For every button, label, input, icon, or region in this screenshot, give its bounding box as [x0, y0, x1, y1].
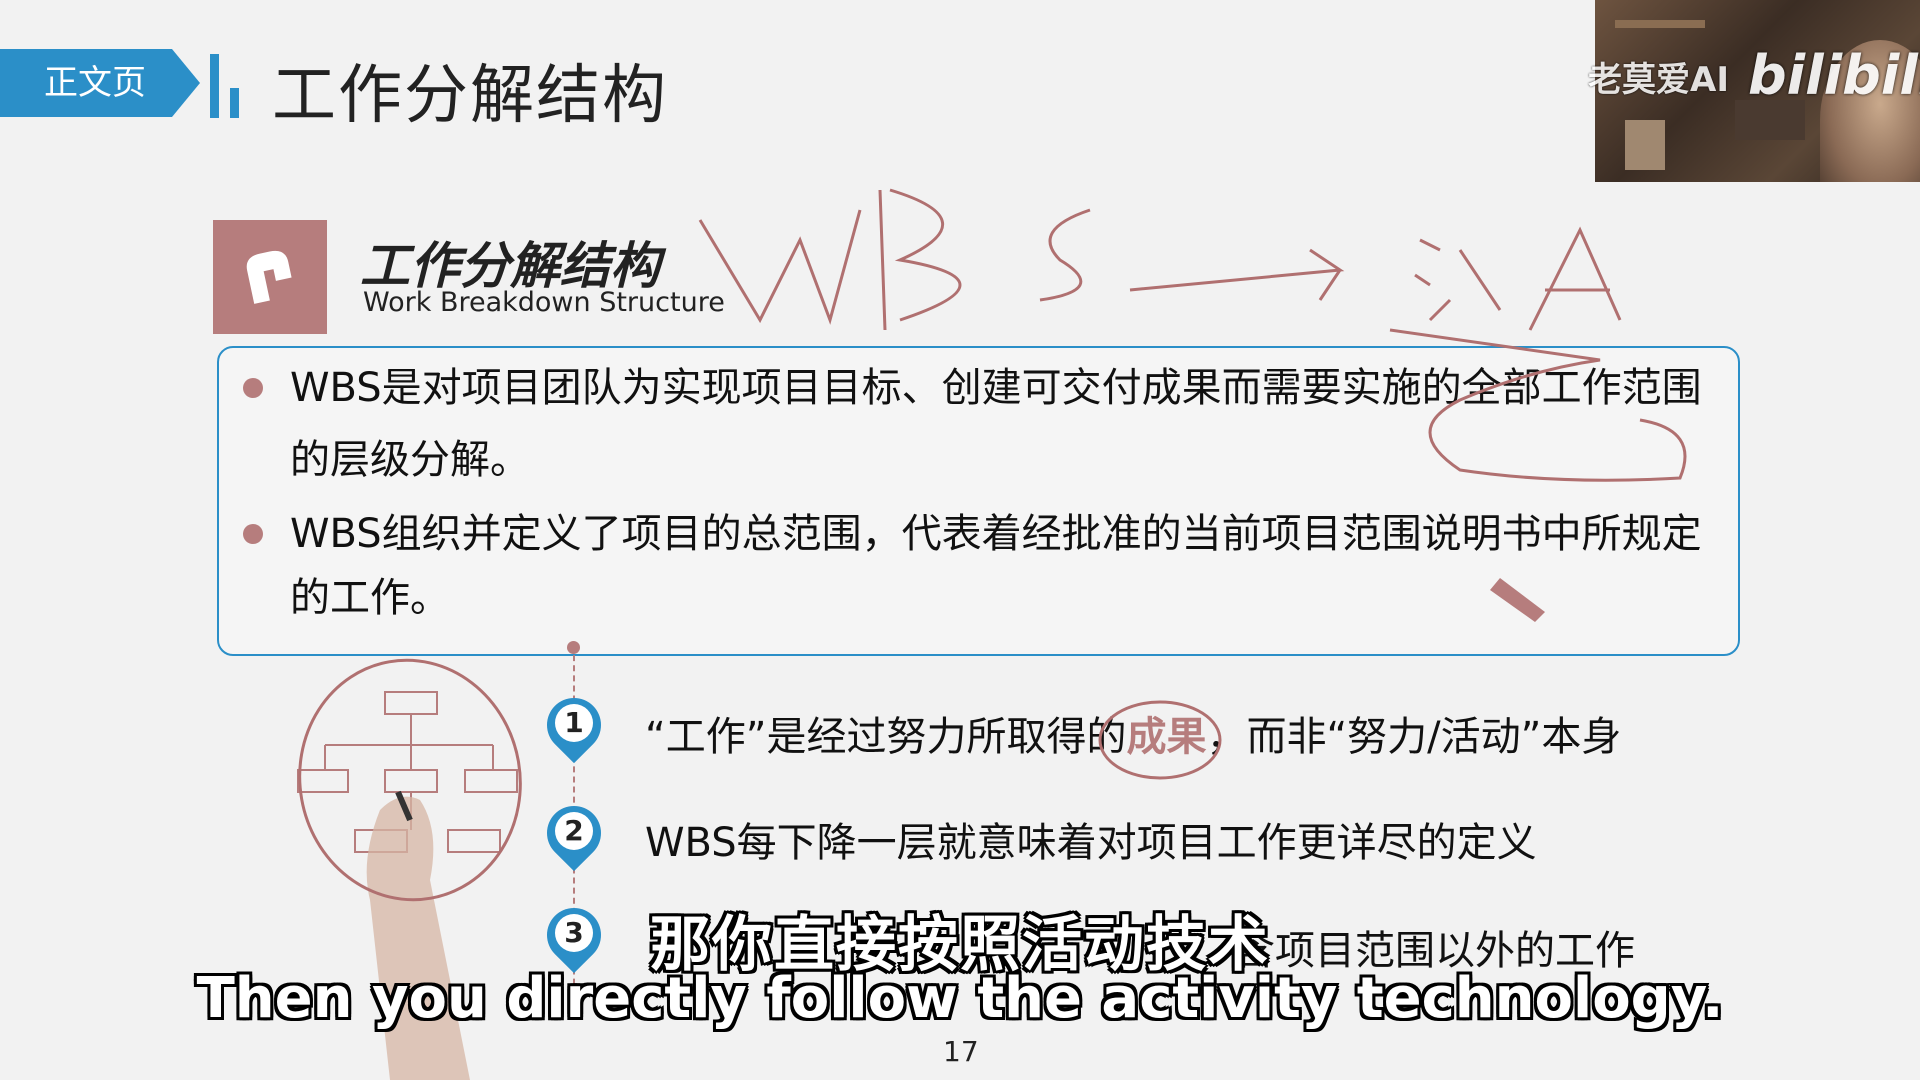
subtitle-english: Then you directly follow the activity te… — [196, 966, 1724, 1031]
page-number: 17 — [943, 1035, 979, 1068]
handwriting-annotation — [298, 188, 1687, 902]
pen-cursor-icon — [1490, 578, 1545, 622]
